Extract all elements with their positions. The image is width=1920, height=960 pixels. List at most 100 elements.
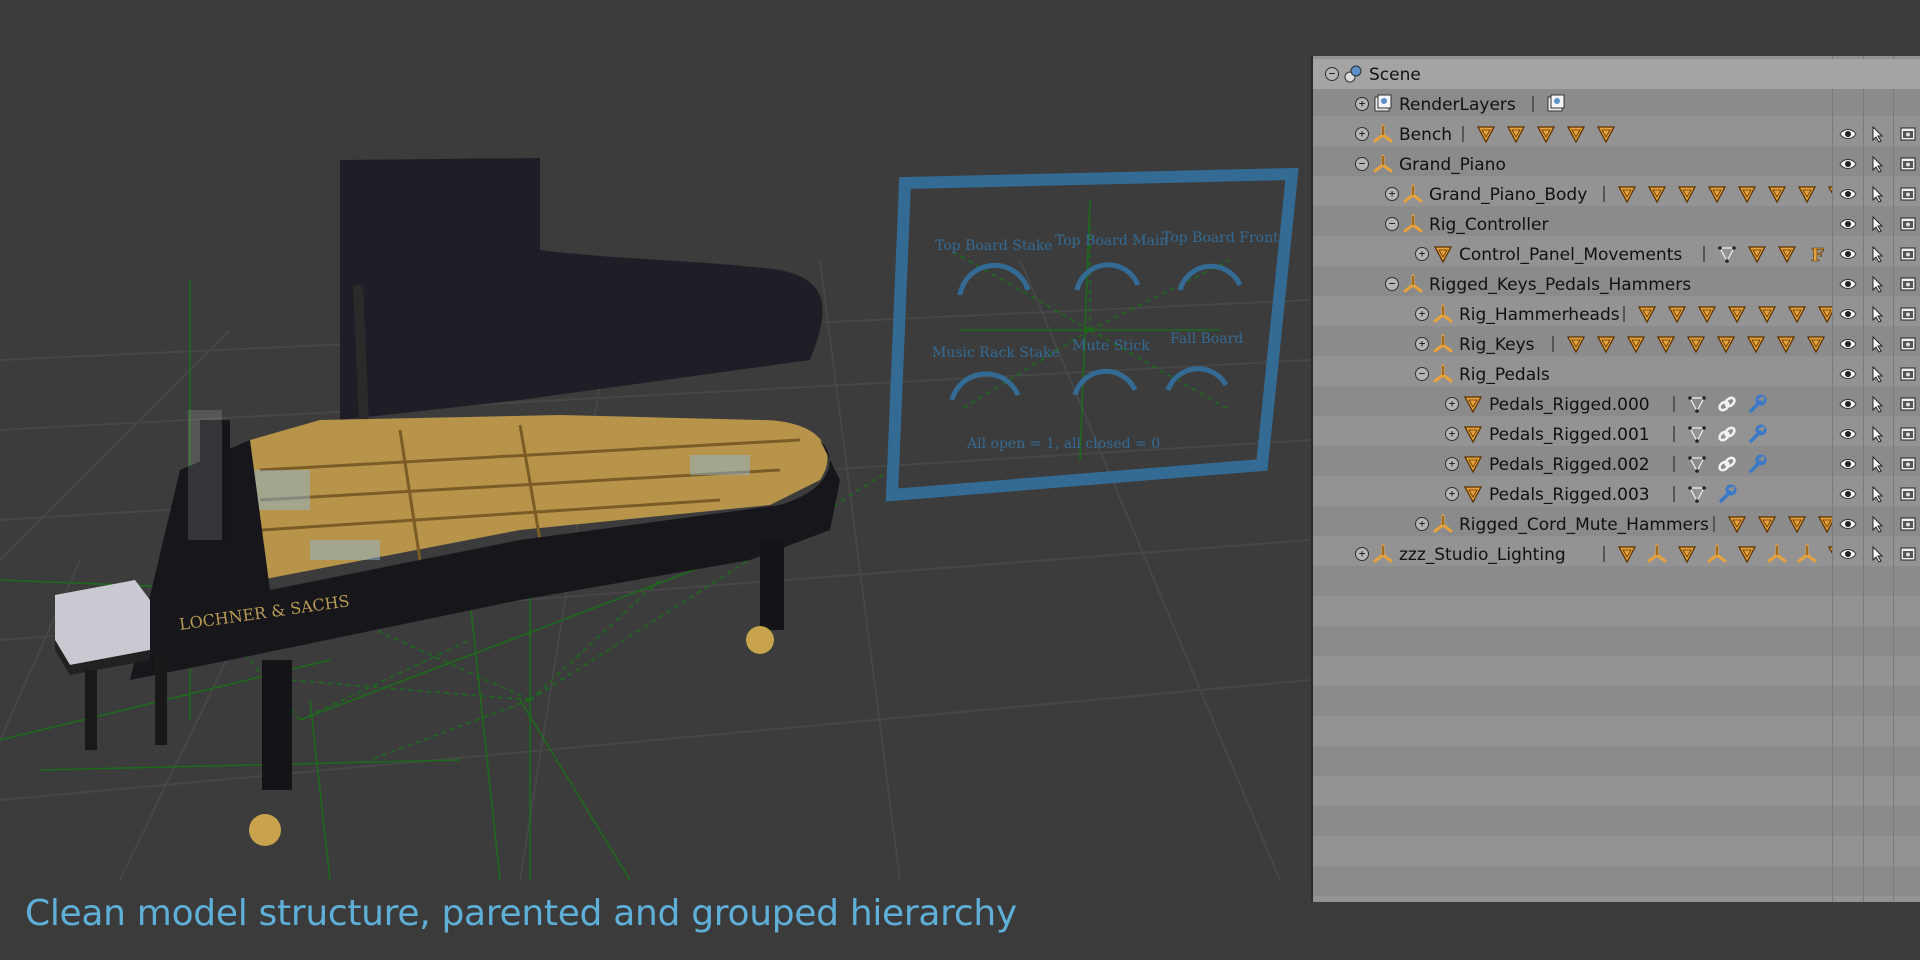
visibility-eye-icon[interactable] [1839,155,1857,173]
renderlayer-chip-icon[interactable] [1546,94,1566,114]
outliner-item-label[interactable]: Rig_Keys [1459,335,1535,355]
mesh-icon[interactable] [1476,124,1496,144]
expand-toggle[interactable]: + [1355,127,1369,141]
outliner-row-bench[interactable]: + Bench [1313,119,1920,149]
mesh-icon[interactable] [1787,304,1807,324]
visibility-eye-icon[interactable] [1839,245,1857,263]
outliner-item-label[interactable]: Rigged_Cord_Mute_Hammers [1459,515,1709,535]
render-camera-icon[interactable] [1899,485,1917,503]
render-camera-icon[interactable] [1899,455,1917,473]
outliner-item-label[interactable]: Control_Panel_Movements [1459,245,1682,265]
render-camera-icon[interactable] [1899,545,1917,563]
outliner-item-label[interactable]: Rig_Pedals [1459,365,1550,385]
mesh-icon[interactable] [1647,184,1667,204]
outliner-item-label[interactable]: Pedals_Rigged.002 [1489,455,1650,475]
wrench-icon[interactable] [1717,484,1737,504]
selectability-arrow-icon[interactable] [1869,425,1887,443]
selectability-arrow-icon[interactable] [1869,215,1887,233]
selectability-arrow-icon[interactable] [1869,395,1887,413]
collapse-toggle[interactable]: − [1385,217,1399,231]
mesh-icon[interactable] [1737,544,1757,564]
outliner-item-label[interactable]: Bench [1399,125,1452,145]
selectability-arrow-icon[interactable] [1869,155,1887,173]
outliner-row-grand-piano[interactable]: − Grand_Piano [1313,149,1920,179]
mesh-icon[interactable] [1747,244,1767,264]
expand-toggle[interactable]: + [1445,397,1459,411]
outliner-item-label[interactable]: Pedals_Rigged.001 [1489,425,1650,445]
mesh-icon[interactable] [1827,184,1832,204]
expand-toggle[interactable]: + [1355,547,1369,561]
outliner-row-rig-hammerheads[interactable]: + Rig_Hammerheads [1313,299,1920,329]
expand-toggle[interactable]: + [1415,247,1429,261]
outliner-item-label[interactable]: zzz_Studio_Lighting [1399,545,1566,565]
mesh-icon[interactable] [1797,184,1817,204]
mesh-icon[interactable] [1767,184,1787,204]
collapse-toggle[interactable]: − [1325,67,1339,81]
constraint-link-icon[interactable] [1717,454,1737,474]
selectability-arrow-icon[interactable] [1869,455,1887,473]
visibility-eye-icon[interactable] [1839,395,1857,413]
mesh-icon[interactable] [1776,334,1796,354]
mesh-icon[interactable] [1626,334,1646,354]
wrench-icon[interactable] [1747,424,1767,444]
render-camera-icon[interactable] [1899,125,1917,143]
mesh-icon[interactable] [1757,514,1777,534]
selectability-arrow-icon[interactable] [1869,335,1887,353]
render-camera-icon[interactable] [1899,395,1917,413]
mesh-icon[interactable] [1727,514,1747,534]
render-camera-icon[interactable] [1899,515,1917,533]
empty-axis-icon[interactable] [1707,544,1727,564]
mesh-icon[interactable] [1566,124,1586,144]
selectability-arrow-icon[interactable] [1869,515,1887,533]
visibility-eye-icon[interactable] [1839,305,1857,323]
mesh-icon[interactable] [1667,304,1687,324]
outliner-row-rigged-keys-pedals-hammers[interactable]: − Rigged_Keys_Pedals_Hammers [1313,269,1920,299]
outliner-row-rig-controller[interactable]: − Rig_Controller [1313,209,1920,239]
render-camera-icon[interactable] [1899,245,1917,263]
expand-toggle[interactable]: + [1355,97,1369,111]
render-camera-icon[interactable] [1899,335,1917,353]
expand-toggle[interactable]: + [1445,427,1459,441]
expand-toggle[interactable]: + [1445,487,1459,501]
outliner-item-label[interactable]: Rig_Controller [1429,215,1548,235]
wrench-icon[interactable] [1747,454,1767,474]
outliner-item-label[interactable]: Grand_Piano [1399,155,1506,175]
render-camera-icon[interactable] [1899,275,1917,293]
vertex-icon[interactable] [1717,244,1737,264]
visibility-eye-icon[interactable] [1839,125,1857,143]
mesh-icon[interactable] [1637,304,1657,324]
expand-toggle[interactable]: + [1445,457,1459,471]
outliner-row-pedals-rigged-001[interactable]: + Pedals_Rigged.001 [1313,419,1920,449]
collapse-toggle[interactable]: − [1415,367,1429,381]
outliner-item-label[interactable]: Pedals_Rigged.003 [1489,485,1650,505]
expand-toggle[interactable]: + [1415,307,1429,321]
vertex-icon[interactable] [1687,394,1707,414]
render-camera-icon[interactable] [1899,215,1917,233]
vertex-icon[interactable] [1687,424,1707,444]
mesh-icon[interactable] [1686,334,1706,354]
selectability-arrow-icon[interactable] [1869,365,1887,383]
outliner-item-label[interactable]: RenderLayers [1399,95,1516,115]
vertex-icon[interactable] [1687,484,1707,504]
outliner-item-label[interactable]: Rig_Hammerheads [1459,305,1620,325]
collapse-toggle[interactable]: − [1355,157,1369,171]
mesh-icon[interactable] [1777,244,1797,264]
visibility-eye-icon[interactable] [1839,365,1857,383]
selectability-arrow-icon[interactable] [1869,245,1887,263]
visibility-eye-icon[interactable] [1839,515,1857,533]
mesh-icon[interactable] [1596,334,1616,354]
outliner-row-scene[interactable]: − Scene [1313,59,1920,89]
outliner-item-label[interactable]: Grand_Piano_Body [1429,185,1587,205]
visibility-eye-icon[interactable] [1839,545,1857,563]
mesh-icon[interactable] [1617,184,1637,204]
mesh-icon[interactable] [1617,544,1637,564]
mesh-icon[interactable] [1506,124,1526,144]
visibility-eye-icon[interactable] [1839,335,1857,353]
expand-toggle[interactable]: + [1385,187,1399,201]
outliner-row-rigged-cord-mute-hammers[interactable]: + Rigged_Cord_Mute_Hammers [1313,509,1920,539]
collapse-toggle[interactable]: − [1385,277,1399,291]
render-camera-icon[interactable] [1899,365,1917,383]
mesh-icon[interactable] [1536,124,1556,144]
outliner-row-pedals-rigged-000[interactable]: + Pedals_Rigged.000 [1313,389,1920,419]
outliner-row-pedals-rigged-002[interactable]: + Pedals_Rigged.002 [1313,449,1920,479]
